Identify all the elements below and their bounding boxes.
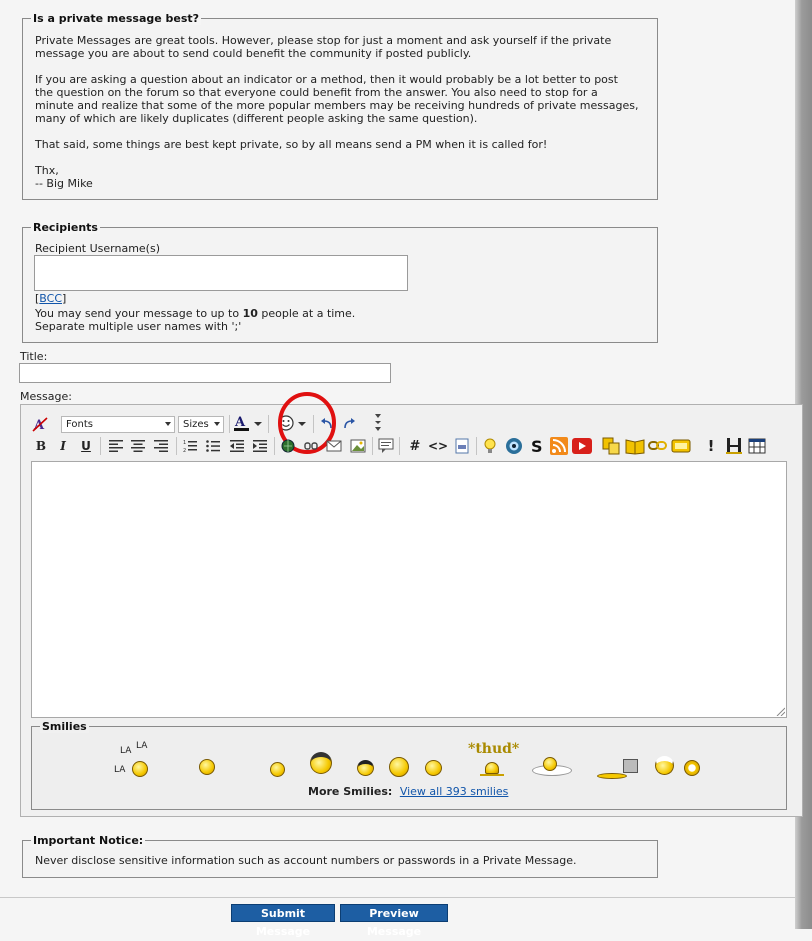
smiley-lalala-text-2: LA	[120, 746, 132, 756]
pm-notice-paragraph-3: That said, some things are best kept pri…	[35, 138, 548, 151]
align-center-icon[interactable]	[128, 436, 148, 456]
font-select[interactable]: Fonts	[61, 416, 175, 433]
smiley-lalala-text-3: LA	[114, 765, 126, 775]
message-editor: A Fonts Sizes A B I U	[20, 392, 803, 817]
more-smilies-label: More Smilies:	[308, 785, 393, 798]
svg-text:A: A	[234, 415, 246, 430]
unordered-list-icon[interactable]	[203, 436, 223, 456]
rss-feed-icon[interactable]	[549, 436, 569, 456]
horizontal-rule-icon[interactable]	[724, 436, 744, 456]
important-notice-text: Never disclose sensitive information suc…	[35, 854, 577, 867]
view-all-smilies-link[interactable]: View all 393 smilies	[400, 785, 509, 798]
pm-notice-paragraph-1: Private Messages are great tools. Howeve…	[35, 34, 612, 60]
smiley-angry-spark[interactable]	[389, 757, 409, 777]
more-smilies-row: More Smilies: View all 393 smilies	[308, 785, 508, 798]
svg-text:2: 2	[183, 448, 186, 453]
strikethrough-s-icon[interactable]: S	[527, 436, 547, 456]
smiley-helmet[interactable]	[310, 752, 332, 774]
font-select-value: Fonts	[66, 419, 93, 430]
message-label: Message:	[20, 390, 72, 403]
bottom-divider	[0, 897, 795, 898]
smiley-ninja[interactable]	[357, 760, 374, 776]
align-right-icon[interactable]	[151, 436, 171, 456]
smiley-lalala[interactable]: LA LA LA	[114, 741, 154, 779]
outdent-icon[interactable]	[227, 436, 247, 456]
pm-notice-signature: Thx, -- Big Mike	[35, 164, 93, 190]
bcc-link[interactable]: BCC	[39, 292, 62, 305]
recipient-separator-hint: Separate multiple user names with ';'	[35, 320, 242, 333]
bcc-wrapper: [BCC]	[35, 292, 67, 305]
message-textarea[interactable]	[31, 461, 787, 718]
title-label: Title:	[20, 350, 48, 363]
pm-notice-legend: Is a private message best?	[31, 12, 202, 25]
code-icon[interactable]: <>	[428, 436, 448, 456]
smiley-computer[interactable]	[597, 757, 639, 779]
hash-icon[interactable]: #	[405, 436, 425, 456]
code-label: <>	[427, 439, 449, 453]
smiley-lalala-text-1: LA	[136, 741, 148, 751]
redo-icon[interactable]	[339, 414, 359, 434]
hash-label: #	[409, 438, 421, 454]
unlink-icon[interactable]	[301, 436, 321, 456]
align-left-icon[interactable]	[106, 436, 126, 456]
recipient-limit-post: people at a time.	[257, 307, 356, 320]
youtube-video-icon[interactable]	[572, 436, 592, 456]
smiley-thud[interactable]: *thud*	[468, 741, 524, 779]
recipient-limit-count: 10	[242, 307, 258, 320]
chain-link-icon[interactable]	[648, 436, 668, 456]
resize-editor-icon[interactable]	[368, 412, 388, 432]
svg-text:1: 1	[183, 440, 186, 446]
copy-pages-icon[interactable]	[601, 436, 621, 456]
exclaim-label: !	[707, 437, 715, 455]
smiley-grin[interactable]	[684, 760, 700, 776]
ticket-tag-icon[interactable]	[671, 436, 691, 456]
text-color-dropdown-icon[interactable]	[253, 414, 263, 434]
bold-button[interactable]: B	[31, 436, 51, 456]
smiley-confused[interactable]	[199, 759, 215, 775]
submit-message-button[interactable]: Submit Message	[231, 904, 335, 938]
smiley-splat[interactable]	[532, 757, 572, 776]
insert-link-icon[interactable]	[278, 436, 298, 456]
insert-table-icon[interactable]	[747, 436, 767, 456]
insert-image-icon[interactable]	[348, 436, 368, 456]
preview-message-button[interactable]: Preview Message	[340, 904, 448, 938]
recipient-limit-pre: You may send your message to up to	[35, 307, 243, 320]
recipients-legend: Recipients	[31, 221, 100, 234]
recipient-username-label: Recipient Username(s)	[35, 242, 160, 255]
lightbulb-icon[interactable]	[480, 436, 500, 456]
book-icon[interactable]	[625, 436, 645, 456]
quote-icon[interactable]	[376, 436, 396, 456]
insert-email-icon[interactable]	[324, 436, 344, 456]
underline-button[interactable]: U	[76, 436, 96, 456]
pm-notice-paragraph-2: If you are asking a question about an in…	[35, 73, 639, 125]
title-input[interactable]	[19, 363, 391, 383]
smiley-thud-text: *thud*	[468, 741, 520, 757]
important-notice-legend: Important Notice:	[31, 834, 146, 847]
exclaim-icon[interactable]: !	[701, 436, 721, 456]
italic-label: I	[60, 439, 66, 453]
eye-media-icon[interactable]	[504, 436, 524, 456]
recipient-username-input[interactable]	[34, 255, 408, 291]
size-select[interactable]: Sizes	[178, 416, 224, 433]
size-select-value: Sizes	[183, 419, 209, 430]
text-color-icon[interactable]: A	[233, 413, 253, 433]
remove-format-icon[interactable]: A	[30, 414, 50, 434]
smilies-legend: Smilies	[40, 720, 89, 733]
bold-label: B	[35, 439, 47, 453]
italic-button[interactable]: I	[53, 436, 73, 456]
ordered-list-icon[interactable]: 12	[180, 436, 200, 456]
recipient-limit-text: You may send your message to up to 10 pe…	[35, 307, 355, 320]
smiley-chef[interactable]	[655, 756, 674, 775]
textarea-resize-grip-icon[interactable]	[775, 706, 786, 717]
underline-label: U	[81, 439, 91, 453]
svg-text:S: S	[531, 437, 543, 455]
smiley-smile[interactable]	[270, 762, 285, 777]
indent-icon[interactable]	[250, 436, 270, 456]
smiley-thumbs[interactable]	[425, 760, 442, 776]
php-code-icon[interactable]	[452, 436, 472, 456]
